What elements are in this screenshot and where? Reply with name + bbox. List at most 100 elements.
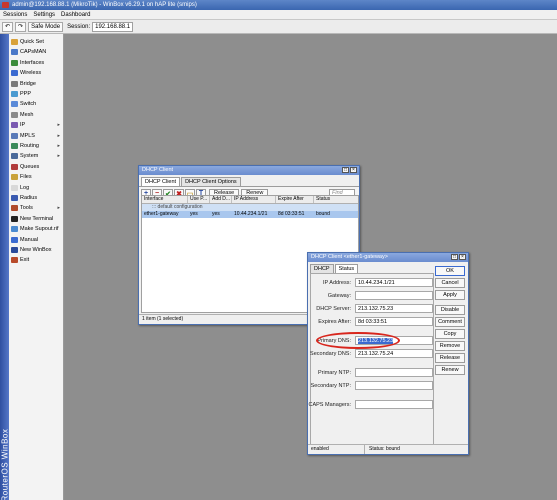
detail-window-title[interactable]: DHCP Client <ether1-gateway> □ × [308,253,468,262]
sidebar-item-label: New Terminal [20,215,54,222]
disable-button[interactable]: Disable [435,305,465,315]
workspace: DHCP Client □ × DHCP Client DHCP Client … [65,34,557,500]
menu-sessions[interactable]: Sessions [3,12,27,18]
sidebar-item-queues[interactable]: Queues [11,162,63,172]
close-icon[interactable]: × [459,254,466,260]
primary-ntp-row: Primary NTP: [311,368,435,378]
redo-icon: ↷ [18,24,24,30]
comment-button[interactable]: Comment [435,317,465,327]
sidebar-item-label: Radius [20,195,38,201]
sidebar-item-ppp[interactable]: PPP [11,89,63,99]
cell-use-peer-dns: yes [190,211,198,217]
table-row[interactable]: ether1-gateway yes yes 10.44.234.1/21 8d… [142,211,358,218]
sidebar-item-routing[interactable]: Routing ▸ [11,141,63,151]
sidebar-item-make-supout-rif[interactable]: Make Supout.rif [11,224,63,234]
sidebar-item-system[interactable]: System ▸ [11,151,63,161]
sidebar-item-switch[interactable]: Switch [11,99,63,109]
bound-status: Status: bound [369,446,400,452]
tab-dhcp-client-options[interactable]: DHCP Client Options [181,177,241,186]
secondary-ntp-row: Secondary NTP: [311,381,435,391]
caps-managers-label: CAPS Managers: [308,402,352,408]
comment-text: ::: default configuration [152,204,203,210]
session-label: Session: [67,23,91,30]
undo-button[interactable]: ↶ [2,21,14,32]
sidebar-item-quick-set[interactable]: Quick Set [11,37,63,47]
sidebar-item-radius[interactable]: Radius [11,193,63,203]
switch-icon [11,101,18,108]
cancel-button[interactable]: Cancel [435,278,465,288]
sidebar-item-mpls[interactable]: MPLS ▸ [11,131,63,141]
safe-mode-button[interactable]: Safe Mode [28,21,64,32]
col-use-peer-dns[interactable]: Use P... [188,196,210,203]
gateway-row: Gateway: [311,291,435,301]
sidebar-item-capsman[interactable]: CAPsMAN [11,47,63,57]
dhcp-client-tabs: DHCP Client DHCP Client Options [139,175,359,186]
ok-button[interactable]: OK [435,266,465,276]
sidebar-item-log[interactable]: Log [11,183,63,193]
sidebar-item-new-winbox[interactable]: New WinBox [11,245,63,255]
col-ip-address[interactable]: IP Address [232,196,276,203]
apply-button[interactable]: Apply [435,290,465,300]
copy-button[interactable]: Copy [435,329,465,339]
caps-managers-row: CAPS Managers: [309,400,435,410]
dhcp-server-field[interactable]: 213.132.75.23 [355,304,433,313]
tools-icon [11,205,18,212]
caps-managers-field[interactable] [355,400,433,409]
annotation-circle [316,332,400,349]
sidebar-item-label: Wireless [20,70,42,77]
restore-icon[interactable]: □ [342,167,349,173]
cell-status: bound [316,211,330,217]
expires-after-field[interactable]: 8d 03:33:51 [355,317,433,326]
menu-dashboard[interactable]: Dashboard [61,12,90,18]
redo-button[interactable]: ↷ [15,21,27,32]
restore-icon[interactable]: □ [451,254,458,260]
cell-add-default-route: yes [212,211,220,217]
tab-dhcp-client[interactable]: DHCP Client [141,177,181,186]
comment-row: ::: default configuration [142,204,358,211]
col-add-default-route[interactable]: Add D... [210,196,232,203]
secondary-ntp-field[interactable] [355,381,433,390]
col-status[interactable]: Status [314,196,358,203]
gateway-field[interactable] [355,291,433,300]
ip-address-field[interactable]: 10.44.234.1/21 [355,278,433,287]
dhcp-client-window-title[interactable]: DHCP Client □ × [139,166,359,175]
sidebar-item-mesh[interactable]: Mesh [11,110,63,120]
col-interface[interactable]: Interface [142,196,188,203]
sidebar-item-exit[interactable]: Exit [11,255,63,265]
tab-status[interactable]: Status [334,264,359,273]
primary-ntp-field[interactable] [355,368,433,377]
sidebar-item-label: MPLS [20,132,35,139]
files-icon [11,174,18,181]
sidebar-item-wireless[interactable]: Wireless [11,68,63,78]
dhcp-server-row: DHCP Server: 213.132.75.23 [311,304,435,314]
secondary-dns-field[interactable]: 213.132.75.24 [355,349,433,358]
tab-dhcp[interactable]: DHCP [310,264,334,273]
sidebar-item-tools[interactable]: Tools ▸ [11,203,63,213]
sidebar-item-label: Interfaces [20,59,45,66]
bridge-icon [11,80,18,87]
ip-address-row: IP Address: 10.44.234.1/21 [311,278,435,288]
release-button[interactable]: Release [435,353,465,363]
detail-status-bar: enabled Status: bound [308,444,468,454]
status-panel: IP Address: 10.44.234.1/21 Gateway: DHCP… [309,273,435,445]
menu-settings[interactable]: Settings [33,12,55,18]
renew-button[interactable]: Renew [435,365,465,375]
sidebar-item-bridge[interactable]: Bridge [11,79,63,89]
sidebar-item-files[interactable]: Files [11,172,63,182]
detail-window-title-text: DHCP Client <ether1-gateway> [311,254,388,260]
close-icon[interactable]: × [350,167,357,173]
queues-icon [11,163,18,170]
sidebar: RouterOS WinBox Quick Set CAPsMAN Interfac… [0,34,64,500]
cell-ip-address: 10.44.234.1/21 [234,211,268,217]
sidebar-item-new-terminal[interactable]: New Terminal [11,214,63,224]
chevron-right-icon: ▸ [57,143,60,149]
chevron-right-icon: ▸ [57,122,60,129]
sidebar-item-manual[interactable]: Manual [11,235,63,245]
sidebar-item-interfaces[interactable]: Interfaces [11,58,63,68]
remove-button[interactable]: Remove [435,341,465,351]
routing-icon [11,143,18,149]
col-expire-after[interactable]: Expire After [276,196,314,203]
sidebar-item-label: Manual [20,236,39,243]
sidebar-item-ip[interactable]: IP ▸ [11,120,63,130]
session-field[interactable]: 192.168.88.1 [92,21,134,32]
